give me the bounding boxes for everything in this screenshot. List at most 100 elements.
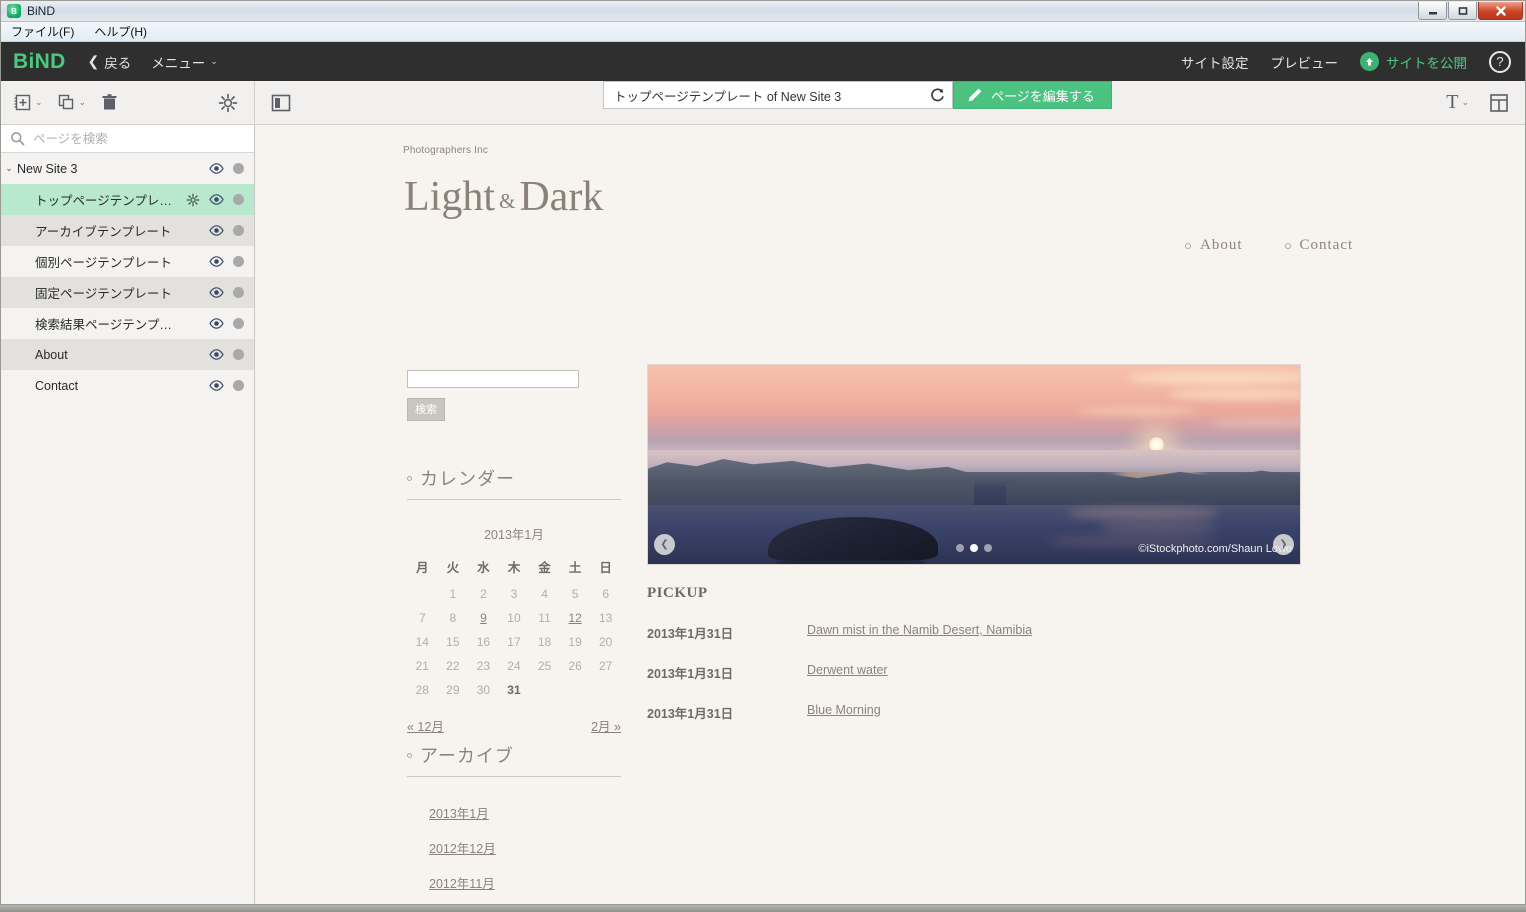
visibility-icon bbox=[209, 287, 224, 298]
pickup-row: 2013年1月31日 Blue Morning bbox=[647, 703, 1301, 722]
status-dot[interactable] bbox=[233, 380, 244, 391]
publish-site-button[interactable]: サイトを公開 bbox=[1360, 52, 1467, 72]
add-page-button[interactable]: ⌄ bbox=[13, 93, 43, 112]
status-dot[interactable] bbox=[233, 225, 244, 236]
back-button[interactable]: ❮ 戻る bbox=[88, 52, 132, 72]
page-path-bar[interactable]: トップページテンプレート of New Site 3 bbox=[603, 81, 953, 109]
gear-icon bbox=[218, 93, 238, 112]
tree-row[interactable]: トップページテンプレ… bbox=[1, 184, 254, 215]
tree-row[interactable]: Contact bbox=[1, 370, 254, 401]
tree-row[interactable]: 検索結果ページテンプ… bbox=[1, 308, 254, 339]
status-dot[interactable] bbox=[233, 349, 244, 360]
pickup-title-link[interactable]: Derwent water bbox=[807, 663, 888, 682]
tree-row[interactable]: アーカイブテンプレート bbox=[1, 215, 254, 246]
window-title-bar: B BiND bbox=[1, 1, 1525, 22]
site-search-input[interactable] bbox=[407, 370, 579, 388]
chevron-down-icon[interactable]: ⌄ bbox=[1, 163, 17, 174]
menu-item-help[interactable]: ヘルプ(H) bbox=[94, 23, 147, 40]
calendar-prev-link[interactable]: « 12月 bbox=[407, 716, 444, 735]
status-dot[interactable] bbox=[233, 194, 244, 205]
site-settings-button[interactable]: サイト設定 bbox=[1181, 52, 1249, 72]
reload-button[interactable] bbox=[929, 87, 946, 104]
visibility-icon bbox=[209, 380, 224, 391]
calendar-day: 4 bbox=[541, 587, 548, 601]
visibility-toggle[interactable] bbox=[209, 163, 224, 174]
calendar-weekday: 木 bbox=[507, 561, 521, 575]
pickup-row: 2013年1月31日 Dawn mist in the Namib Desert,… bbox=[647, 623, 1301, 642]
duplicate-page-button[interactable]: ⌄ bbox=[57, 93, 86, 112]
status-dot[interactable] bbox=[233, 287, 244, 298]
status-dot[interactable] bbox=[233, 318, 244, 329]
status-dot[interactable] bbox=[233, 163, 244, 174]
preview-button[interactable]: プレビュー bbox=[1271, 52, 1339, 72]
help-icon[interactable]: ? bbox=[1489, 50, 1511, 73]
pickup-row: 2013年1月31日 Derwent water bbox=[647, 663, 1301, 682]
grid-layout-icon bbox=[1490, 93, 1508, 112]
site-search-button[interactable]: 検索 bbox=[407, 398, 445, 421]
archive-link[interactable]: 2012年12月 bbox=[429, 838, 621, 857]
hero-carousel[interactable]: ❮ ❯ ©iStockphoto.com/Shaun Lowe bbox=[647, 364, 1301, 565]
tree-row-label: About bbox=[35, 347, 68, 362]
calendar-heading-label: カレンダー bbox=[420, 469, 515, 489]
close-button[interactable] bbox=[1478, 2, 1523, 20]
calendar-day bbox=[407, 582, 438, 606]
tree-row[interactable]: 固定ページテンプレート bbox=[1, 277, 254, 308]
chevron-left-icon: ❮ bbox=[87, 53, 100, 69]
add-page-icon bbox=[14, 94, 31, 111]
menu-bar: ファイル(F) ヘルプ(H) bbox=[1, 22, 1525, 42]
toolbar: ⌄ ⌄ トップページテンプレート of New Site 3 ページを編集する … bbox=[1, 81, 1525, 125]
window-title: BiND bbox=[27, 4, 56, 18]
calendar-day[interactable]: 9 bbox=[468, 606, 499, 630]
calendar-day: 6 bbox=[602, 587, 610, 601]
calendar-weekday: 水 bbox=[477, 561, 490, 575]
calendar-day[interactable]: 12 bbox=[560, 606, 591, 630]
bullet-icon bbox=[1185, 242, 1191, 249]
bullet-icon bbox=[1284, 242, 1291, 249]
site-preview-pane[interactable]: Photographers Inc Light &Dark About Conta… bbox=[255, 125, 1525, 904]
tree-row-label: 個別ページテンプレート bbox=[35, 256, 172, 270]
visibility-toggle[interactable] bbox=[209, 318, 224, 329]
page-settings-icon[interactable] bbox=[186, 193, 200, 207]
calendar-widget: カレンダー 2013年1月 月火水木金土日 1 2 3 4 5 6 7 8 9 10 11 12 13 1… bbox=[407, 465, 621, 735]
calendar-next-link[interactable]: 2月 » bbox=[591, 716, 621, 735]
archive-heading: アーカイブ bbox=[407, 742, 621, 777]
tree-row[interactable]: 個別ページテンプレート bbox=[1, 246, 254, 277]
edit-page-button[interactable]: ページを編集する bbox=[953, 81, 1112, 109]
visibility-toggle[interactable] bbox=[209, 380, 224, 391]
pickup-title-link[interactable]: Blue Morning bbox=[807, 703, 881, 722]
menu-dropdown[interactable]: メニュー ⌄ bbox=[151, 52, 218, 72]
archive-link[interactable]: 2012年11月 bbox=[429, 873, 621, 892]
carousel-dot[interactable] bbox=[956, 544, 964, 552]
tree-row-icons bbox=[209, 163, 244, 174]
tree-row-label: New Site 3 bbox=[17, 161, 78, 176]
text-tool-button[interactable]: T ⌄ bbox=[1446, 91, 1469, 114]
nav-item-contact[interactable]: Contact bbox=[1284, 237, 1354, 254]
visibility-toggle[interactable] bbox=[209, 225, 224, 236]
delete-page-button[interactable] bbox=[100, 93, 119, 112]
site-navigation: About Contact bbox=[1185, 237, 1353, 254]
tree-row[interactable]: About bbox=[1, 339, 254, 370]
minimize-button[interactable] bbox=[1418, 2, 1447, 20]
carousel-prev-button[interactable]: ❮ bbox=[654, 534, 675, 555]
visibility-toggle[interactable] bbox=[209, 194, 224, 205]
maximize-button[interactable] bbox=[1448, 2, 1477, 20]
archive-link[interactable]: 2013年1月 bbox=[429, 803, 621, 822]
carousel-dots[interactable] bbox=[956, 544, 992, 552]
visibility-toggle[interactable] bbox=[209, 349, 224, 360]
visibility-toggle[interactable] bbox=[209, 287, 224, 298]
visibility-toggle[interactable] bbox=[209, 256, 224, 267]
layout-tool-button[interactable] bbox=[1489, 93, 1509, 113]
nav-item-about[interactable]: About bbox=[1185, 237, 1243, 254]
page-settings-button[interactable] bbox=[218, 93, 238, 113]
page-search-field[interactable] bbox=[1, 125, 254, 153]
pickup-title-link[interactable]: Dawn mist in the Namib Desert, Namibia bbox=[807, 623, 1032, 642]
calendar-day bbox=[529, 678, 560, 702]
toolbar-right-group: T ⌄ bbox=[1446, 91, 1525, 114]
toggle-panel-button[interactable] bbox=[255, 94, 307, 112]
carousel-dot[interactable] bbox=[984, 544, 992, 552]
search-input[interactable] bbox=[33, 131, 254, 146]
menu-item-file[interactable]: ファイル(F) bbox=[11, 23, 74, 40]
tree-row[interactable]: ⌄ New Site 3 bbox=[1, 153, 254, 184]
status-dot[interactable] bbox=[233, 256, 244, 267]
carousel-dot[interactable] bbox=[970, 544, 978, 552]
